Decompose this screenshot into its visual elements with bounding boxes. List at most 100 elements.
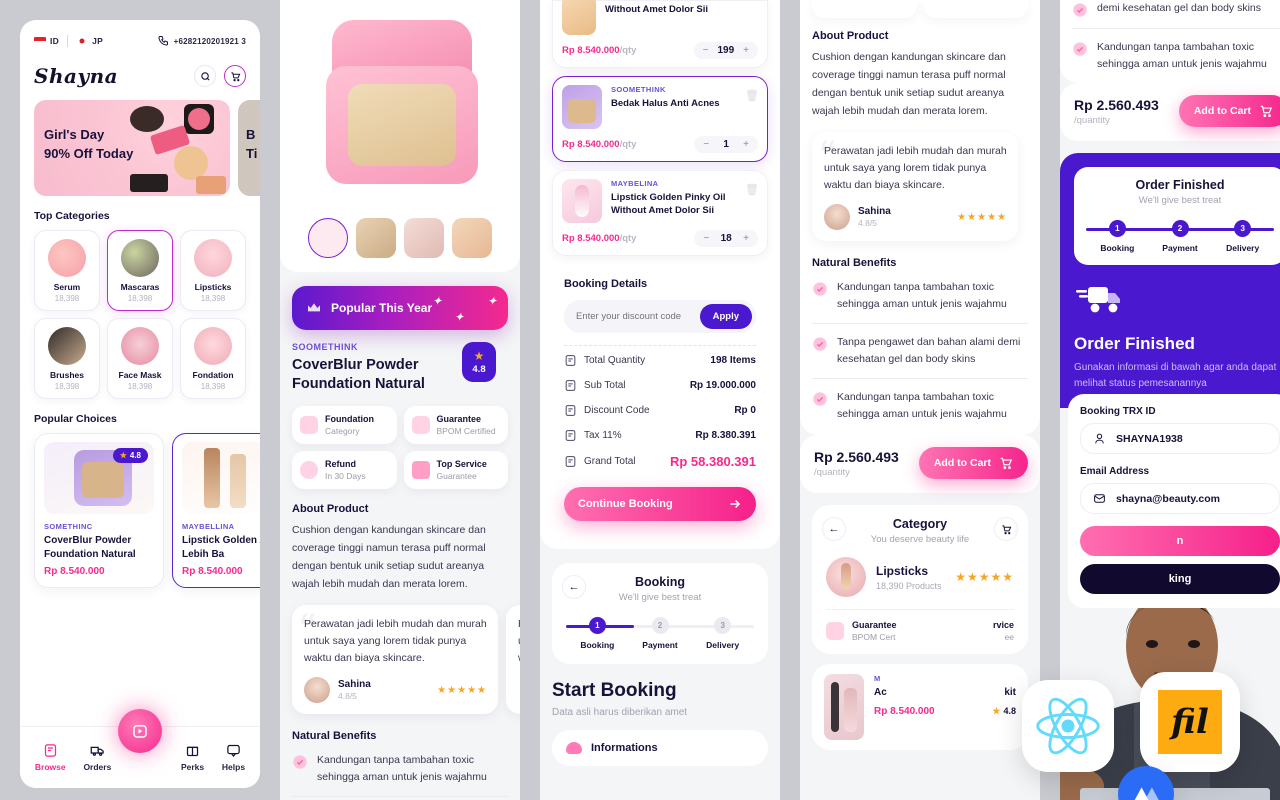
nav-item-perks[interactable]: Perks [181, 743, 204, 772]
review-carousel[interactable]: “ Perawatan jadi lebih mudah dan murah u… [292, 605, 520, 715]
quantity-stepper[interactable]: − 199 + [693, 42, 758, 59]
increment-button[interactable]: + [743, 45, 749, 56]
step-booking[interactable]: 1 Booking [566, 617, 629, 650]
lipstick-image [841, 563, 851, 590]
feature-card-top-service[interactable]: Top Service Guarantee [403, 451, 508, 490]
secondary-action-button[interactable]: king [1080, 564, 1280, 594]
summary-label: Grand Total [564, 455, 636, 468]
thumbnail-3[interactable] [404, 218, 444, 258]
cart-button[interactable] [224, 65, 246, 87]
add-to-cart-button[interactable]: Add to Cart [1178, 95, 1280, 127]
product-card[interactable]: MAYBELLINA Lipstick Golden Alami Lebih B… [172, 433, 260, 588]
scan-fab-button[interactable] [118, 709, 162, 753]
category-name: Serum [53, 282, 81, 292]
continue-booking-button[interactable]: Continue Booking [564, 487, 756, 521]
thumbnail-4[interactable] [452, 218, 492, 258]
cart-item-top: MAYBELINA Lipstick Golden Pinky Oil With… [562, 179, 758, 223]
cart-item[interactable]: 🗑 SOOMETHINK Bedak Halus Anti Acnes Rp 8… [552, 76, 768, 162]
cart-item[interactable]: Without Amet Dolor Sii Rp 8.540.000/qty … [552, 0, 768, 68]
review-carousel[interactable]: “ Perawatan jadi lebih mudah dan murah u… [812, 132, 1028, 242]
language-switcher[interactable]: ID JP [34, 35, 103, 47]
decrement-button[interactable]: − [703, 45, 709, 56]
summary-label-text: Discount Code [584, 405, 650, 416]
cart-item[interactable]: 🗑 MAYBELINA Lipstick Golden Pinky Oil Wi… [552, 170, 768, 256]
cart-item-name: Lipstick Golden Pinky Oil Without Amet D… [611, 192, 726, 217]
step-delivery[interactable]: 3 Delivery [1211, 220, 1274, 253]
box-icon [411, 461, 430, 480]
add-to-cart-button[interactable]: Add to Cart [918, 447, 1028, 480]
category-card-lipsticks[interactable]: Lipsticks 18,398 [180, 230, 246, 311]
nav-item-browse[interactable]: Browse [35, 743, 66, 772]
category-card-fondation[interactable]: Fondation 18,398 [180, 318, 246, 399]
summary-row: Grand Total Rp 58.380.391 [564, 448, 756, 475]
thumbnail-2[interactable] [356, 218, 396, 258]
promo-slide-2[interactable]: B Ti [238, 100, 260, 196]
nav-item-orders[interactable]: Orders [83, 743, 111, 772]
filament-logo-tile: fil [1140, 672, 1240, 772]
informations-card[interactable]: Informations [552, 730, 768, 766]
trx-id-field[interactable]: SHAYNA1938 [1080, 423, 1280, 454]
category-feature-guarantee[interactable]: Guarantee BPOM Cert [826, 620, 915, 642]
email-field[interactable]: shayna@beauty.com [1080, 483, 1280, 514]
step-payment[interactable]: 2 Payment [629, 617, 692, 650]
category-card-face-mask[interactable]: Face Mask 18,398 [107, 318, 173, 399]
nav-item-helps[interactable]: Helps [222, 743, 245, 772]
support-phone[interactable]: +6282120201921 3 [157, 35, 246, 47]
increment-button[interactable]: + [743, 139, 749, 150]
back-button[interactable]: ← [822, 517, 846, 542]
star-icon: ★ [119, 451, 127, 460]
feature-title: Refund [325, 459, 356, 470]
promo-slide-1[interactable]: Girl's Day 90% Off Today [34, 100, 230, 196]
decrement-button[interactable]: − [703, 139, 709, 150]
header-actions [194, 65, 246, 87]
category-card-serum[interactable]: Serum 18,398 [34, 230, 100, 311]
thumbnail-1[interactable] [308, 218, 348, 258]
back-button[interactable]: ← [562, 575, 586, 599]
star-icon: ★ [992, 705, 1001, 716]
feature-sub: ee [1004, 632, 1014, 643]
category-card-brushes[interactable]: Brushes 18,398 [34, 318, 100, 399]
category-product-card[interactable]: M Ac kit Rp 8.540.000 ★ 4.8 [812, 664, 1028, 751]
category-card-mascaras[interactable]: Mascaras 18,398 [107, 230, 173, 311]
category-feature-service[interactable]: rvice ee [925, 620, 1014, 642]
step-delivery[interactable]: 3 Delivery [691, 617, 754, 650]
step-booking[interactable]: 1 Booking [1086, 220, 1149, 253]
language-jp[interactable]: JP [76, 36, 103, 46]
discount-input[interactable] [576, 311, 700, 322]
language-id[interactable]: ID [34, 36, 59, 46]
decrement-button[interactable]: − [703, 233, 709, 244]
quantity-stepper[interactable]: − 1 + [694, 136, 758, 153]
review-footer: Sahina 4.8/5 ★★★★★ [304, 677, 487, 704]
cart-button[interactable] [994, 517, 1018, 542]
product-card[interactable]: ★ 4.8 SOMETHINC CoverBlur Powder Foundat… [34, 433, 164, 588]
feature-card-guarantee[interactable]: Guarantee BPOM Certified [403, 406, 508, 445]
crown-icon [308, 303, 320, 312]
search-button[interactable] [194, 65, 216, 87]
check-flower-icon [293, 755, 307, 770]
product-name: CoverBlur Powder Foundation Natural [44, 535, 136, 560]
feature-sub: BPOM Cert [852, 632, 896, 643]
popular-banner[interactable]: Popular This Year ✦ ✦ ✦ [292, 286, 508, 330]
increment-button[interactable]: + [743, 233, 749, 244]
step-label: Booking [1100, 243, 1135, 253]
price-value: Rp 8.540.000 [562, 45, 620, 56]
quantity-stepper[interactable]: − 18 + [694, 230, 758, 247]
cart-item-image [562, 0, 596, 35]
step-payment[interactable]: 2 Payment [1149, 220, 1212, 253]
check-flower-icon [1073, 3, 1087, 17]
product-brand: M [874, 674, 881, 684]
feature-card-refund[interactable]: Refund In 30 Days [292, 451, 397, 490]
category-count: 18,398 [54, 382, 80, 391]
gift-icon [186, 746, 199, 757]
delete-icon[interactable]: 🗑 [745, 89, 759, 102]
feature-card-foundation[interactable]: Foundation Category [292, 406, 397, 445]
delete-icon[interactable]: 🗑 [745, 183, 759, 196]
feature-sub: BPOM Certified [436, 426, 496, 437]
product-hero-image[interactable] [292, 6, 508, 206]
apply-button[interactable]: Apply [699, 304, 752, 329]
mascara-wand [831, 682, 839, 733]
primary-action-button[interactable]: n [1080, 526, 1280, 556]
promo-carousel[interactable]: Girl's Day 90% Off Today B Ti [34, 100, 260, 196]
feature-title: Top Service [436, 459, 487, 470]
review-stars: ★★★★★ [437, 684, 487, 696]
